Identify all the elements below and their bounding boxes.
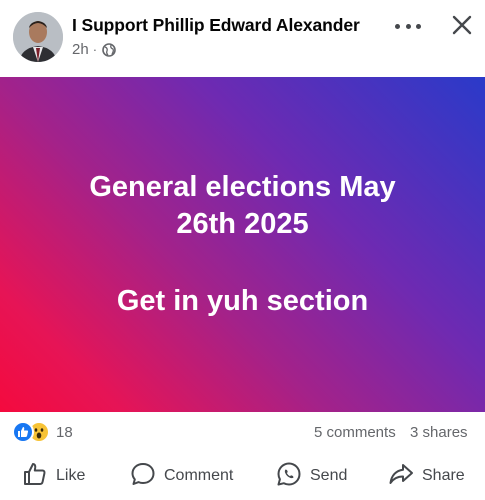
post-header: I Support Phillip Edward Alexander 2h · <box>0 0 485 76</box>
post-meta: 2h · <box>72 41 116 58</box>
share-label: Share <box>422 467 465 484</box>
thumbs-up-icon <box>22 461 48 492</box>
like-label: Like <box>56 467 86 484</box>
share-button[interactable]: Share <box>388 456 465 496</box>
avatar[interactable] <box>13 12 63 62</box>
post-text-line: Get in yuh section <box>116 285 369 317</box>
post-text-background: General elections May 26th 2025 Get in y… <box>0 77 485 412</box>
comment-count[interactable]: 5 comments <box>314 424 396 441</box>
post-text-line: General elections May <box>89 171 396 203</box>
more-options-icon[interactable] <box>395 16 421 36</box>
whatsapp-icon <box>276 461 302 492</box>
post-text-line: 26th 2025 <box>176 208 309 240</box>
reactions-summary[interactable]: 18 <box>12 421 73 443</box>
share-arrow-icon <box>388 461 414 492</box>
like-button[interactable]: Like <box>22 456 85 496</box>
send-button[interactable]: Send <box>276 456 347 496</box>
meta-separator: · <box>92 42 98 57</box>
post-actions: Like Comment Send Share <box>0 456 485 496</box>
post-author[interactable]: I Support Phillip Edward Alexander <box>72 15 360 36</box>
share-count[interactable]: 3 shares <box>410 424 468 441</box>
close-icon[interactable] <box>449 12 475 38</box>
send-label: Send <box>310 467 348 484</box>
comment-button[interactable]: Comment <box>130 456 233 496</box>
comment-label: Comment <box>164 467 234 484</box>
reaction-count: 18 <box>56 423 73 441</box>
post-text: General elections May 26th 2025 Get in y… <box>43 169 443 320</box>
post-stats: 18 5 comments 3 shares <box>0 418 485 446</box>
post-time[interactable]: 2h <box>72 41 89 58</box>
like-reaction-icon <box>12 421 34 443</box>
globe-icon <box>102 42 116 57</box>
comment-icon <box>130 461 156 492</box>
